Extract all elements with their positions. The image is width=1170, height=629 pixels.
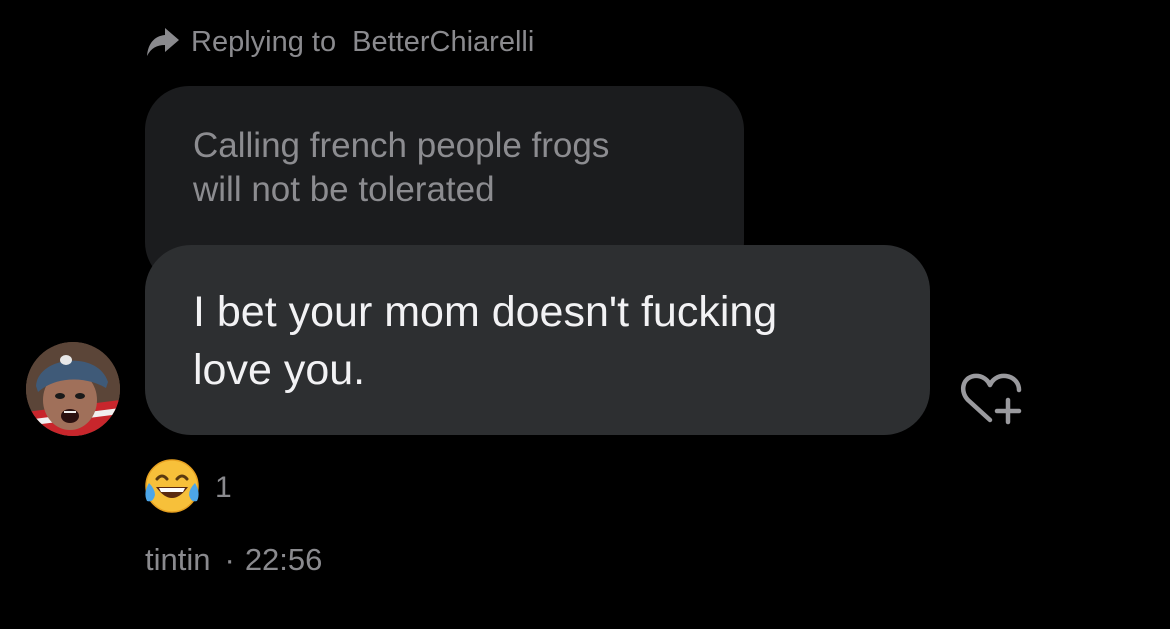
reaction-count: 1 [215, 471, 232, 504]
message-meta: tintin · 22:56 [145, 540, 322, 580]
message-text: I bet your mom doesn't fucking love you. [193, 288, 778, 394]
reply-prefix: Replying to [191, 25, 337, 58]
reply-label: Replying to BetterChiarelli [191, 26, 534, 59]
sender-name[interactable]: tintin [145, 542, 210, 578]
quoted-message-text: Calling french people frogs will not be … [193, 126, 610, 209]
meta-separator: · [224, 542, 235, 577]
face-with-tears-of-joy-icon [143, 457, 201, 520]
message-time: 22:56 [244, 542, 323, 577]
reply-arrow-icon [145, 26, 181, 58]
message-thread: Replying to BetterChiarelli Calling fren… [0, 0, 1170, 629]
heart-plus-icon [958, 373, 1024, 430]
reply-username[interactable]: BetterChiarelli [352, 26, 534, 58]
add-reaction-button[interactable] [958, 370, 1024, 426]
reaction-chip[interactable]: 1 [143, 458, 232, 518]
reply-header: Replying to BetterChiarelli [145, 22, 534, 62]
message-bubble[interactable]: I bet your mom doesn't fucking love you. [145, 245, 930, 435]
avatar[interactable] [26, 342, 120, 436]
